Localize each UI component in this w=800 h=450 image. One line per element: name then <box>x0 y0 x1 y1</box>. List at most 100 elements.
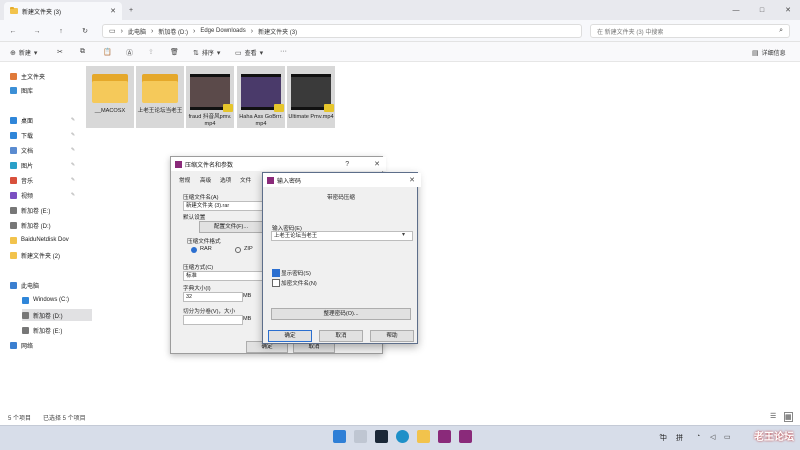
view-button[interactable]: ▭ 查看 ▾ <box>235 48 263 58</box>
pin-icon[interactable]: ✎ <box>70 117 76 123</box>
ime-indicator[interactable]: 拼 <box>676 433 683 443</box>
forward-icon[interactable]: → <box>32 26 42 36</box>
close-icon[interactable]: ✕ <box>409 176 415 184</box>
pin-icon[interactable]: ✎ <box>70 147 76 153</box>
up-icon[interactable]: ↑ <box>56 26 66 36</box>
method-select[interactable]: 标准 <box>183 271 265 281</box>
archive-name-field[interactable]: 新建文件夹 (3).rar <box>183 201 265 211</box>
sidebar-item[interactable]: 新加卷 (E:) <box>10 204 80 216</box>
icon-view-icon[interactable]: ▦ <box>784 412 793 422</box>
close-window-button[interactable]: ✕ <box>782 4 794 16</box>
winrar-taskbar-icon[interactable] <box>438 430 451 443</box>
video-file-item[interactable]: Ultimate Pmv.mp4 <box>287 66 335 128</box>
sidebar-item-label: Windows (C:) <box>33 297 70 303</box>
maximize-button[interactable]: □ <box>756 4 768 16</box>
tab-current-folder[interactable]: 新建文件夹 (3) ✕ <box>4 2 122 20</box>
archive-name-label: 压缩文件名(A) <box>183 195 219 201</box>
sidebar-item-label: 桌面 <box>21 118 34 125</box>
help-icon[interactable]: ? <box>345 161 349 168</box>
edge-icon[interactable] <box>396 430 409 443</box>
breadcrumb-item[interactable]: 新建文件夹 (3) <box>258 27 297 36</box>
sidebar-item[interactable]: Windows (C:) <box>22 294 92 306</box>
rar-label: RAR <box>200 246 212 252</box>
video-file-item[interactable]: fraud 抖音风pmv.mp4 <box>186 66 234 128</box>
winrar-taskbar-icon-2[interactable] <box>459 430 472 443</box>
sidebar-item[interactable]: 新加卷 (D:) <box>10 219 80 231</box>
chevron-down-icon[interactable]: ▾ <box>402 231 405 238</box>
tab-general[interactable]: 常规 <box>179 176 190 184</box>
steam-icon[interactable] <box>375 430 388 443</box>
sidebar-item-label: 新加卷 (D:) <box>21 223 51 230</box>
password-cancel-button[interactable]: 取消 <box>319 330 363 342</box>
battery-icon[interactable]: ▭ <box>724 433 731 441</box>
sidebar-item-icon <box>10 236 17 244</box>
video-thumbnail-icon <box>241 74 284 112</box>
selected-count: 已选择 5 个项目 <box>43 415 86 422</box>
wifi-icon[interactable]: ◔ <box>696 433 700 440</box>
dictionary-label: 字典大小(I) <box>183 286 211 292</box>
more-options-button[interactable]: ··· <box>280 48 287 55</box>
breadcrumb-item[interactable]: Edge Downloads <box>200 28 245 34</box>
back-icon[interactable]: ← <box>8 26 18 36</box>
breadcrumb[interactable]: ▭ › 此电脑 › 新加卷 (D:) › Edge Downloads › 新建… <box>102 24 582 38</box>
chevron-right-icon: › <box>120 27 123 35</box>
pin-icon[interactable]: ✎ <box>70 162 76 168</box>
video-file-item[interactable]: Haha Ass GoBrrr.mp4 <box>237 66 285 128</box>
task-view-icon[interactable] <box>354 430 367 443</box>
tab-options[interactable]: 选项 <box>220 176 231 184</box>
volume-icon[interactable]: ◁ <box>710 433 715 441</box>
encrypt-names-checkbox[interactable] <box>272 279 280 287</box>
rename-icon[interactable]: Ⓐ <box>126 48 133 58</box>
breadcrumb-item[interactable]: 新加卷 (D:) <box>158 27 188 36</box>
pin-icon[interactable]: ✎ <box>70 192 76 198</box>
pin-icon[interactable]: ✎ <box>70 132 76 138</box>
details-pane-button[interactable]: ▤ 详细信息 <box>752 48 786 58</box>
minimize-button[interactable]: — <box>730 4 742 16</box>
password-ok-button[interactable]: 确定 <box>268 330 312 342</box>
sidebar-item-label: 新加卷 (D:) <box>33 313 63 320</box>
language-indicator[interactable]: 中 <box>660 433 667 443</box>
zip-radio[interactable] <box>235 247 241 253</box>
delete-icon[interactable]: 🗑 <box>170 48 179 56</box>
sidebar-item[interactable]: 网络 <box>10 339 80 351</box>
organize-passwords-button[interactable]: 整理密码(O)... <box>271 308 411 320</box>
sidebar-item-icon <box>10 116 17 124</box>
search-input[interactable]: 在 新建文件夹 (3) 中搜索 ⌕ <box>590 24 790 38</box>
sidebar-item[interactable]: 此电脑 <box>10 279 80 291</box>
new-button[interactable]: ⊕ 新建 ▾ <box>10 48 37 58</box>
password-field[interactable]: 上老王论坛当老王 <box>271 231 413 241</box>
sort-button[interactable]: ⇅ 排序 ▾ <box>193 48 220 58</box>
paste-icon[interactable]: 📋 <box>103 48 112 56</box>
tab-advanced[interactable]: 高级 <box>200 176 211 184</box>
show-password-checkbox[interactable] <box>272 269 280 277</box>
folder-item[interactable]: 上老王论坛当老王 <box>136 66 184 128</box>
tab-close-icon[interactable]: ✕ <box>110 7 116 15</box>
sidebar-item[interactable]: 新加卷 (D:) <box>22 309 92 321</box>
password-help-button[interactable]: 帮助 <box>370 330 414 342</box>
profiles-button[interactable]: 配置文件(F)... <box>199 221 263 233</box>
close-icon[interactable]: ✕ <box>374 160 380 168</box>
tab-files[interactable]: 文件 <box>240 176 251 184</box>
pin-icon[interactable]: ✎ <box>70 177 76 183</box>
share-icon[interactable]: ⇪ <box>148 48 154 56</box>
cut-icon[interactable]: ✂ <box>57 48 63 56</box>
split-size-field[interactable] <box>183 315 243 325</box>
rar-radio[interactable] <box>191 247 197 253</box>
new-tab-button[interactable]: + <box>126 5 136 15</box>
file-explorer-icon[interactable] <box>417 430 430 443</box>
sidebar-item[interactable]: 图库 <box>10 84 80 96</box>
zip-label: ZIP <box>244 246 253 252</box>
sidebar-item[interactable]: 主文件夹 <box>10 70 80 82</box>
sidebar-item-label: 新加卷 (E:) <box>21 208 51 215</box>
sidebar-item[interactable]: BaiduNetdisk Dov <box>10 234 80 246</box>
start-icon[interactable] <box>333 430 346 443</box>
list-view-icon[interactable]: ☰ <box>770 412 776 420</box>
dictionary-select[interactable]: 32 <box>183 292 243 302</box>
refresh-icon[interactable]: ↻ <box>80 26 90 36</box>
copy-icon[interactable]: ⧉ <box>80 48 85 56</box>
sidebar-item[interactable]: 新加卷 (E:) <box>22 324 92 336</box>
breadcrumb-item[interactable]: 此电脑 <box>128 27 146 36</box>
sidebar-item[interactable]: 新建文件夹 (2) <box>10 249 80 261</box>
folder-item[interactable]: __MACOSX <box>86 66 134 128</box>
sidebar-item-icon <box>10 251 17 259</box>
